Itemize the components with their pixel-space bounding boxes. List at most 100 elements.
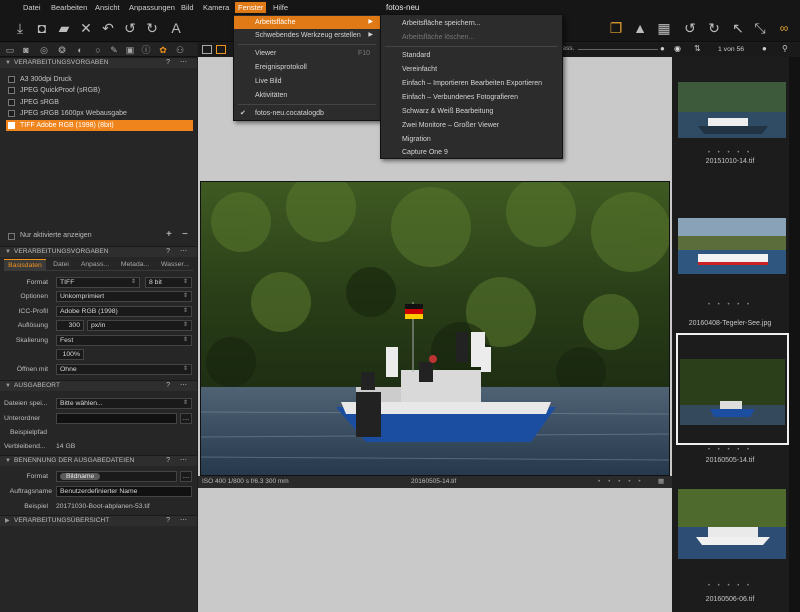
tab-basisdaten[interactable]: Basisdaten [4,259,46,271]
menu-item-catalog[interactable]: ✔ fotos-neu.cocatalogdb [234,107,380,120]
tab-metadaten[interactable]: Metada... [116,259,154,271]
checkbox[interactable] [8,87,15,94]
help-icon[interactable]: ? ⋯ [166,456,191,466]
pass-slider[interactable] [578,49,658,50]
expand-icon[interactable]: ▶ [5,516,10,526]
exposure-tab-icon[interactable]: ◐ [74,44,86,56]
scale-select[interactable]: Fest ⇕ [56,335,192,346]
menu-item-live-bild[interactable]: Live Bild [234,75,380,88]
remove-icon[interactable]: − [182,229,188,240]
preset-item-selected[interactable]: TIFF Adobe RGB (1998) (8bit) [6,120,193,131]
naming-format-input[interactable]: Bildname [56,471,177,482]
thumbnail[interactable] [678,489,786,559]
menu-bild[interactable]: Bild [178,2,197,13]
rotate-right-icon[interactable]: ↻ [704,18,724,38]
checkbox[interactable] [8,76,15,83]
camera-icon[interactable]: ◘ [32,18,52,38]
capture-tab-icon[interactable]: ◙ [20,44,32,56]
tab-datei[interactable]: Datei [48,259,74,271]
collapse-icon[interactable]: ▼ [5,381,11,391]
details-tab-icon[interactable]: ○ [92,44,104,56]
job-name-input[interactable]: Benutzerdefinierter Name [56,486,192,497]
preset-item[interactable]: JPEG sRGB 1600px Webausgabe [6,108,193,119]
tab-anpassungen[interactable]: Anpass... [76,259,114,271]
menu-item-dual-monitor[interactable]: Zwei Monitore – Großer Viewer [381,119,562,132]
glasses-icon[interactable]: ∞ [774,18,794,38]
rating-dots[interactable]: • • • • • [598,476,644,488]
rating-dots[interactable]: • • • • • [672,302,788,308]
menu-item-arbeitsflaeche[interactable]: Arbeitsfläche ▶ [234,16,380,29]
redo-icon[interactable]: ↻ [142,18,162,38]
grid-icon[interactable]: ▦ [658,476,664,488]
rotate-left-icon[interactable]: ↺ [680,18,700,38]
user-icon[interactable]: ● [660,44,665,53]
single-view-icon[interactable] [202,45,212,54]
files-select[interactable]: Bitte wählen... ⇕ [56,398,192,409]
menu-item-black-white[interactable]: Schwarz & Weiß Bearbeitung [381,105,562,118]
resolution-input[interactable]: 300 [56,320,84,331]
menu-item-standard[interactable]: Standard [381,49,562,62]
subfolder-input[interactable] [56,413,177,424]
browser-scrollbar[interactable] [789,57,800,612]
output-location-header[interactable]: ▼ AUSGABEORT ? ⋯ [0,380,197,391]
rating-dots[interactable]: • • • • • [672,583,788,589]
checkbox[interactable] [8,110,15,117]
lens-tab-icon[interactable]: ◎ [38,44,50,56]
summary-header[interactable]: ▶ VERARBEITUNGSÜBERSICHT ? ⋯ [0,515,197,526]
menu-item-delete-workspace[interactable]: Arbeitsfläche löschen... [381,31,562,44]
menu-item-floating-tool[interactable]: Schwebendes Werkzeug erstellen ▶ [234,29,380,42]
collapse-icon[interactable]: ▼ [5,58,11,68]
preset-item[interactable]: JPEG QuickProof (sRGB) [6,85,193,96]
main-photo[interactable] [200,181,670,476]
undo-history-icon[interactable]: ↶ [98,18,118,38]
adjust-tab-icon[interactable]: ▣ [124,44,136,56]
menu-item-vereinfacht[interactable]: Vereinfacht [381,63,562,76]
menu-ansicht[interactable]: Ansicht [92,2,123,13]
output-tab-icon[interactable]: ✿ [157,44,169,56]
menu-item-save-workspace[interactable]: Arbeitsfläche speichern... [381,17,562,30]
cursor-icon[interactable]: ↖ [728,18,748,38]
checkbox[interactable] [8,99,15,106]
menu-datei[interactable]: Datei [20,2,44,13]
color-tab-icon[interactable]: ❂ [56,44,68,56]
options-select[interactable]: Unkomprimiert ⇕ [56,291,192,302]
menu-item-migration[interactable]: Migration [381,133,562,146]
preset-item[interactable]: A3 300dpi Druck [6,74,193,85]
grid-icon[interactable]: ▦ [654,18,674,38]
undo-icon[interactable]: ↺ [120,18,140,38]
user-filter-icon[interactable]: ● [762,44,767,53]
resolution-unit-select[interactable]: px/in ⇕ [87,320,192,331]
eye-icon[interactable]: ◉ [674,44,681,53]
rating-dots[interactable]: • • • • • [672,447,788,453]
warning-icon[interactable]: ▲ [630,18,650,38]
checkbox-checked[interactable] [8,122,15,129]
scale-percent-input[interactable]: 100% [56,349,84,360]
collapse-icon[interactable]: ▼ [5,456,11,466]
add-icon[interactable]: + [166,229,172,240]
menu-anpassungen[interactable]: Anpassungen [126,2,178,13]
menu-bearbeiten[interactable]: Bearbeiten [48,2,90,13]
format-select[interactable]: TIFF ⇕ [56,277,140,288]
preset-item[interactable]: JPEG sRGB [6,97,193,108]
menu-item-ereignisprotokoll[interactable]: Ereignisprotokoll [234,61,380,74]
thumbnail-selected[interactable] [676,333,789,445]
multi-view-icon[interactable] [216,45,226,54]
zoom-icon[interactable]: ⤡ [750,18,770,38]
icc-select[interactable]: Adobe RGB (1998) ⇕ [56,306,192,317]
batch-tab-icon[interactable]: ⚇ [174,44,186,56]
help-icon[interactable]: ? ⋯ [166,247,191,257]
rating-dots[interactable]: • • • • • [672,150,788,156]
text-tool-icon[interactable]: A [166,18,186,38]
presets-header[interactable]: ▼ VERARBEITUNGSVORGABEN ? ⋯ [0,57,197,68]
menu-item-tethered[interactable]: Einfach – Verbundenes Fotografieren [381,91,562,104]
menu-item-capture-one-9[interactable]: Capture One 9 [381,146,562,159]
recipe-header[interactable]: ▼ VERARBEITUNGSVORGABEN ? ⋯ [0,246,197,257]
menu-item-aktivitaeten[interactable]: Aktivitäten [234,89,380,102]
library-tab-icon[interactable]: ▭ [4,44,16,56]
folder-icon[interactable]: ▰ [54,18,74,38]
collapse-icon[interactable]: ▼ [5,247,11,257]
open-with-select[interactable]: Ohne ⇕ [56,364,192,375]
import-icon[interactable]: ⤓ [10,18,30,38]
metadata-tab-icon[interactable]: ⓘ [140,44,152,56]
only-enabled-checkbox[interactable] [8,233,15,240]
